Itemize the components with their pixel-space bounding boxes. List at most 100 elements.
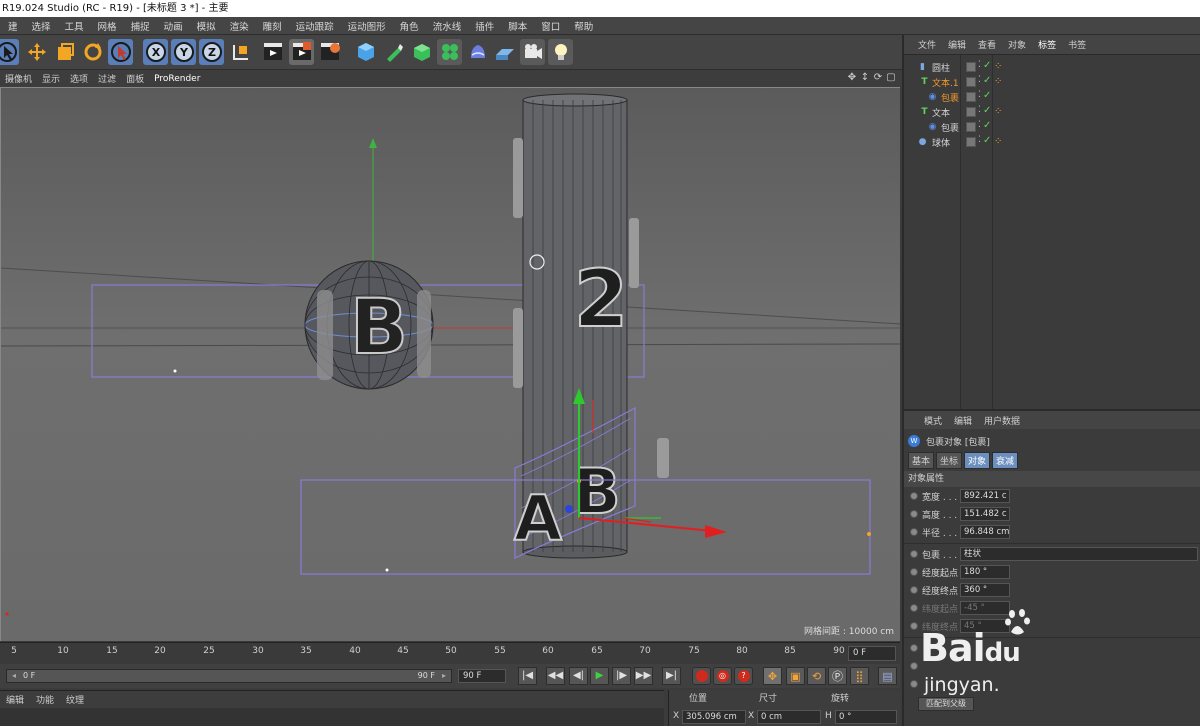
tab-object[interactable]: 对象 bbox=[964, 452, 991, 469]
goto-end-button[interactable]: ▶| bbox=[662, 667, 681, 685]
radius-field[interactable]: 96.848 cm bbox=[960, 525, 1010, 539]
phong-tag-icon[interactable]: ⁘ bbox=[994, 76, 1002, 87]
long-end-field[interactable]: 360 ° bbox=[960, 583, 1010, 597]
render-visibility-icon[interactable]: ⁚ bbox=[978, 90, 981, 100]
enabled-check-icon[interactable]: ✓ bbox=[983, 135, 991, 146]
om-menu-bookmarks[interactable]: 书签 bbox=[1062, 38, 1092, 51]
x-axis-icon[interactable]: X bbox=[143, 39, 168, 65]
render-visibility-icon[interactable]: ⁚ bbox=[978, 120, 981, 130]
rotate-view-icon[interactable]: ⟳ bbox=[873, 72, 883, 84]
animate-dot-icon[interactable] bbox=[910, 528, 918, 536]
y-axis-icon[interactable]: Y bbox=[171, 39, 196, 65]
goto-start-button[interactable]: |◀ bbox=[518, 667, 537, 685]
menu-item-sculpt[interactable]: 雕刻 bbox=[255, 19, 288, 33]
animate-dot-icon[interactable] bbox=[910, 662, 918, 670]
slider-left-arrow[interactable]: ◂ bbox=[9, 670, 19, 682]
pen-icon[interactable] bbox=[381, 39, 406, 65]
cube-icon[interactable] bbox=[353, 39, 378, 65]
enabled-check-icon[interactable]: ✓ bbox=[983, 105, 991, 116]
zoom-view-icon[interactable]: ↕ bbox=[860, 72, 870, 84]
menu-item-plugins[interactable]: 插件 bbox=[467, 19, 500, 33]
viewport-menu-filter[interactable]: 过滤 bbox=[93, 72, 121, 85]
select-icon[interactable] bbox=[108, 39, 133, 65]
material-list-area[interactable] bbox=[0, 708, 664, 726]
object-row-cylinder[interactable]: ▮ 圆柱 ⁚ ✓ ⁘ bbox=[904, 60, 1200, 75]
material-menu-function[interactable]: 功能 bbox=[30, 693, 60, 706]
menu-item-select[interactable]: 选择 bbox=[24, 19, 57, 33]
play-button[interactable]: ▶ bbox=[590, 667, 609, 685]
wrap-mode-select[interactable]: 柱状 bbox=[960, 547, 1198, 561]
animate-dot-icon[interactable] bbox=[910, 510, 918, 518]
floor-icon[interactable] bbox=[492, 39, 517, 65]
viewport-menu-options[interactable]: 选项 bbox=[65, 72, 93, 85]
menu-item-pipeline[interactable]: 流水线 bbox=[425, 19, 468, 33]
record-icon[interactable] bbox=[692, 667, 711, 685]
height-field[interactable]: 151.482 c bbox=[960, 507, 1010, 521]
render-visibility-icon[interactable]: ⁚ bbox=[978, 60, 981, 70]
render-picture-viewer-icon[interactable] bbox=[289, 39, 314, 65]
enabled-check-icon[interactable]: ✓ bbox=[983, 120, 991, 131]
render-visibility-icon[interactable]: ⁚ bbox=[978, 105, 981, 115]
position-x-field[interactable]: 305.096 cm bbox=[682, 710, 746, 724]
scale-icon[interactable] bbox=[52, 39, 77, 65]
long-start-field[interactable]: 180 ° bbox=[960, 565, 1010, 579]
animate-dot-icon[interactable] bbox=[910, 586, 918, 594]
animate-dot-icon[interactable] bbox=[910, 550, 918, 558]
current-frame-field[interactable]: 0 F bbox=[848, 646, 896, 661]
frame-range-slider[interactable]: ◂ 0 F 90 F ▸ bbox=[6, 669, 452, 683]
material-menu-texture[interactable]: 纹理 bbox=[60, 693, 90, 706]
editor-visibility-icon[interactable] bbox=[966, 107, 976, 117]
viewport-menu-prorender[interactable]: ProRender bbox=[149, 74, 205, 84]
timeline-window-icon[interactable]: ▤ bbox=[878, 667, 897, 685]
om-menu-tags[interactable]: 标签 bbox=[1032, 38, 1062, 51]
3d-viewport[interactable]: B 2 A B 网格间距: 10000 cm bbox=[0, 87, 900, 641]
phong-tag-icon[interactable]: ⁘ bbox=[994, 136, 1002, 147]
menu-item-script[interactable]: 脚本 bbox=[500, 19, 533, 33]
end-frame-field[interactable]: 90 F bbox=[458, 669, 506, 683]
keyframe-selection-icon[interactable]: ? bbox=[734, 667, 753, 685]
width-field[interactable]: 892.421 c bbox=[960, 489, 1010, 503]
menu-item-help[interactable]: 帮助 bbox=[566, 19, 599, 33]
animate-dot-icon[interactable] bbox=[910, 680, 918, 688]
animate-dot-icon[interactable] bbox=[910, 568, 918, 576]
om-menu-view[interactable]: 查看 bbox=[972, 38, 1002, 51]
menu-item-character[interactable]: 角色 bbox=[392, 19, 425, 33]
key-scale-icon[interactable]: ▣ bbox=[786, 667, 805, 685]
menu-item-snap[interactable]: 捕捉 bbox=[123, 19, 156, 33]
rotation-h-field[interactable]: 0 ° bbox=[835, 710, 897, 724]
slider-right-arrow[interactable]: ▸ bbox=[439, 670, 449, 682]
deformer-icon[interactable] bbox=[465, 39, 490, 65]
viewport-menu-camera[interactable]: 摄像机 bbox=[0, 72, 37, 85]
menu-item-simulate[interactable]: 模拟 bbox=[189, 19, 222, 33]
enabled-check-icon[interactable]: ✓ bbox=[983, 60, 991, 71]
tab-basic[interactable]: 基本 bbox=[908, 452, 935, 469]
render-visibility-icon[interactable]: ⁚ bbox=[978, 75, 981, 85]
render-visibility-icon[interactable]: ⁚ bbox=[978, 135, 981, 145]
material-menu-edit[interactable]: 编辑 bbox=[0, 693, 30, 706]
rotate-icon[interactable] bbox=[80, 39, 105, 65]
editor-visibility-icon[interactable] bbox=[966, 62, 976, 72]
om-menu-edit[interactable]: 编辑 bbox=[942, 38, 972, 51]
match-to-parent-button[interactable]: 匹配到父级 bbox=[918, 697, 974, 711]
key-parameter-icon[interactable]: Ⓟ bbox=[828, 667, 847, 685]
object-row-text[interactable]: T 文本 ⁚ ✓ ⁘ bbox=[904, 105, 1200, 120]
live-selection-icon[interactable] bbox=[0, 39, 19, 65]
prev-frame-button[interactable]: ◀| bbox=[569, 667, 588, 685]
next-frame-button[interactable]: |▶ bbox=[612, 667, 631, 685]
next-key-button[interactable]: ▶▶ bbox=[634, 667, 653, 685]
om-menu-object[interactable]: 对象 bbox=[1002, 38, 1032, 51]
subdivision-icon[interactable] bbox=[409, 39, 434, 65]
menu-item-render[interactable]: 渲染 bbox=[222, 19, 255, 33]
move-icon[interactable] bbox=[24, 39, 49, 65]
light-icon[interactable] bbox=[548, 39, 573, 65]
am-menu-edit[interactable]: 编辑 bbox=[948, 414, 978, 427]
camera-icon[interactable] bbox=[520, 39, 545, 65]
key-position-icon[interactable]: ✥ bbox=[763, 667, 782, 685]
size-x-field[interactable]: 0 cm bbox=[757, 710, 821, 724]
object-row-wrap2[interactable]: ◉ 包裹 ⁚ ✓ bbox=[904, 120, 1200, 135]
viewport-menu-panel[interactable]: 面板 bbox=[121, 72, 149, 85]
key-pla-icon[interactable]: ⣿ bbox=[850, 667, 869, 685]
phong-tag-icon[interactable]: ⁘ bbox=[994, 61, 1002, 72]
editor-visibility-icon[interactable] bbox=[966, 92, 976, 102]
object-row-wrap1[interactable]: ◉ 包裹 ⁚ ✓ bbox=[904, 90, 1200, 105]
